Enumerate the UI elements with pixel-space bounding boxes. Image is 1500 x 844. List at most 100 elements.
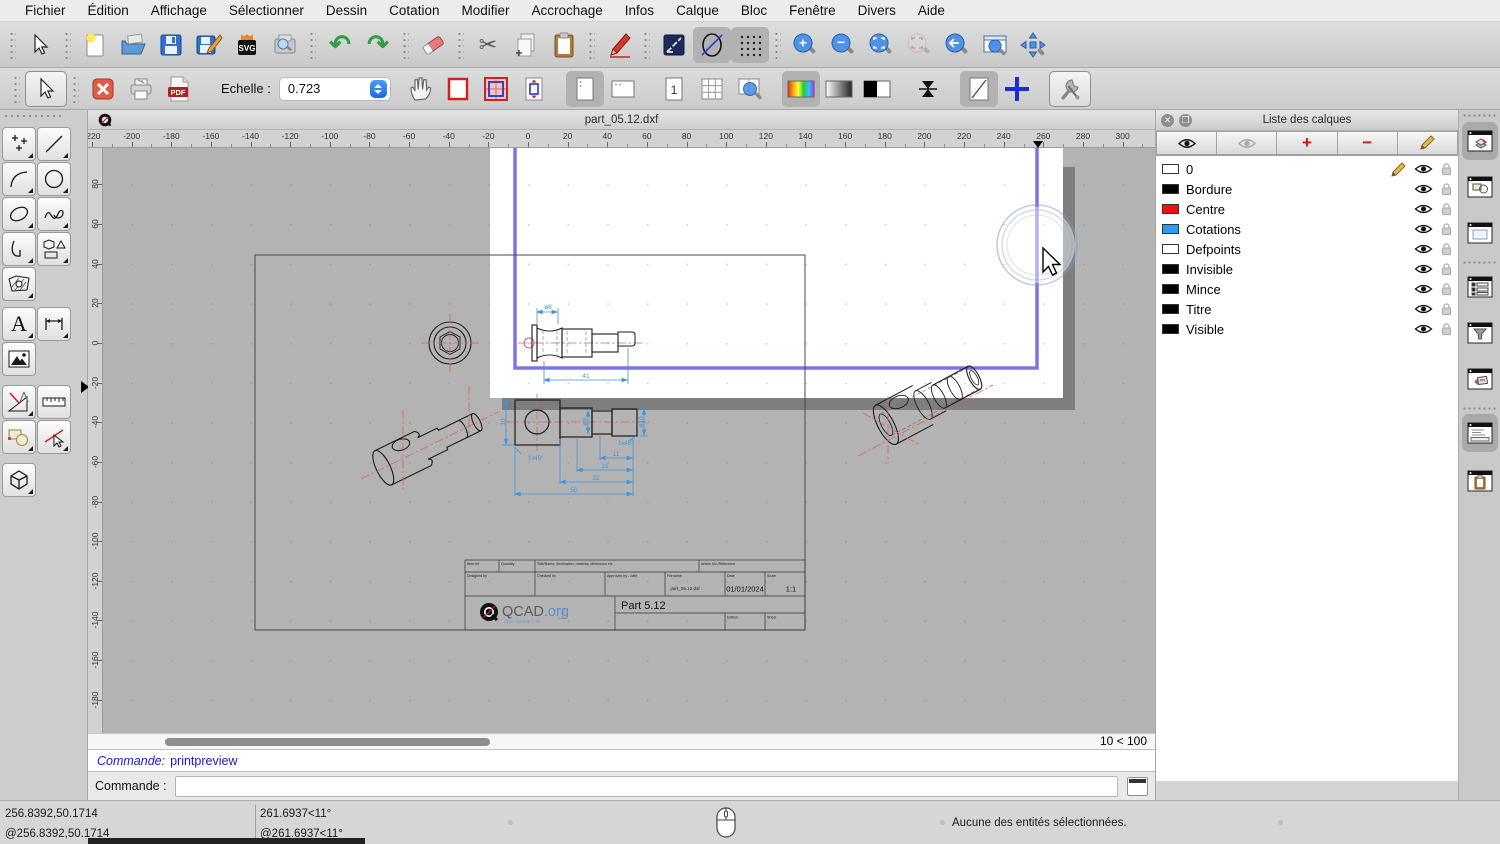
- toolbar-drag-handle[interactable]: [9, 31, 16, 59]
- full-color-button[interactable]: [782, 71, 820, 107]
- text-tool[interactable]: A: [2, 307, 36, 341]
- toolbar-drag-handle[interactable]: [13, 75, 20, 103]
- toolbar-drag-handle[interactable]: [774, 31, 781, 59]
- lineweight-display-button[interactable]: [655, 27, 693, 63]
- dock-clipboard-button[interactable]: [1462, 462, 1498, 500]
- polyline-tool[interactable]: [2, 232, 36, 266]
- cut-button[interactable]: ✂: [469, 27, 507, 63]
- measure-tool[interactable]: [37, 385, 71, 419]
- zoom-out-button[interactable]: −: [824, 27, 862, 63]
- scale-stepper[interactable]: [370, 80, 387, 98]
- layer-visible-icon[interactable]: [1414, 263, 1433, 275]
- layer-visible-icon[interactable]: [1414, 323, 1433, 335]
- point-tool[interactable]: [2, 127, 36, 161]
- selection-pointer-button[interactable]: [21, 27, 59, 63]
- zoom-in-button[interactable]: +: [786, 27, 824, 63]
- zoom-to-page-button[interactable]: [731, 71, 769, 107]
- landscape-orientation-button[interactable]: [604, 71, 642, 107]
- hide-all-layers-button[interactable]: [1217, 131, 1277, 155]
- save-file-button[interactable]: [152, 27, 190, 63]
- spline-tool[interactable]: [37, 197, 71, 231]
- circle-tool[interactable]: [37, 162, 71, 196]
- layer-row-6[interactable]: Mince: [1156, 279, 1458, 299]
- dock-selection-filter-button[interactable]: [1462, 314, 1498, 352]
- layer-lock-icon[interactable]: [1441, 202, 1452, 216]
- layer-lock-icon[interactable]: [1441, 182, 1452, 196]
- remove-layer-button[interactable]: −: [1338, 131, 1398, 155]
- zoom-auto-button[interactable]: [862, 27, 900, 63]
- pan-button[interactable]: [1014, 27, 1052, 63]
- draft-tools[interactable]: [2, 385, 36, 419]
- command-input[interactable]: [175, 776, 1118, 797]
- paste-button[interactable]: [545, 27, 583, 63]
- multiple-pages-button[interactable]: [693, 71, 731, 107]
- solid-tool[interactable]: [2, 463, 36, 497]
- copy-button[interactable]: [507, 27, 545, 63]
- menu-accrochage[interactable]: Accrochage: [520, 3, 613, 18]
- auto-fit-page-button[interactable]: [515, 71, 553, 107]
- layer-lock-icon[interactable]: [1441, 222, 1452, 236]
- dock-drag-handle[interactable]: [3, 113, 65, 120]
- zoom-previous-button[interactable]: [938, 27, 976, 63]
- dock-view-list-button[interactable]: [1462, 214, 1498, 252]
- preview-pointer-button[interactable]: [25, 71, 67, 107]
- dock-block-list-button[interactable]: [1462, 168, 1498, 206]
- delete-button[interactable]: [414, 27, 452, 63]
- layer-visible-icon[interactable]: [1414, 223, 1433, 235]
- pdf-export-button[interactable]: PDF: [160, 71, 198, 107]
- toolbar-drag-handle[interactable]: [643, 31, 650, 59]
- bitmap-export-button[interactable]: [266, 27, 304, 63]
- dimension-tool[interactable]: [37, 307, 71, 341]
- hatch-tool[interactable]: [2, 267, 36, 301]
- show-paper-borders-button[interactable]: [439, 71, 477, 107]
- zoom-window-button[interactable]: [976, 27, 1014, 63]
- draft-mode-button[interactable]: [960, 71, 998, 107]
- layer-visible-icon[interactable]: [1414, 183, 1433, 195]
- menu-selectionner[interactable]: Sélectionner: [218, 3, 315, 18]
- ellipse-tool[interactable]: [2, 197, 36, 231]
- toolbar-drag-handle[interactable]: [588, 31, 595, 59]
- close-print-preview-button[interactable]: [84, 71, 122, 107]
- command-options-button[interactable]: [1127, 777, 1148, 796]
- document-tab[interactable]: part_05.12.dxf: [88, 110, 1155, 130]
- layer-row-7[interactable]: Titre: [1156, 299, 1458, 319]
- menu-calque[interactable]: Calque: [665, 3, 730, 18]
- menu-edition[interactable]: Édition: [77, 3, 140, 18]
- grid-toggle[interactable]: [731, 27, 769, 63]
- print-options-button[interactable]: [1049, 71, 1091, 107]
- dock-command-line-button[interactable]: [1462, 414, 1498, 452]
- layer-lock-icon[interactable]: [1441, 322, 1452, 336]
- dock-drag-handle[interactable]: [1462, 113, 1498, 118]
- save-as-button[interactable]: [190, 27, 228, 63]
- crop-marks-button[interactable]: [998, 71, 1036, 107]
- layer-lock-icon[interactable]: [1441, 242, 1452, 256]
- scrollbar-thumb[interactable]: [165, 738, 490, 746]
- layer-visible-icon[interactable]: [1414, 163, 1433, 175]
- layer-row-4[interactable]: Defpoints: [1156, 239, 1458, 259]
- print-button[interactable]: [122, 71, 160, 107]
- panel-float-button[interactable]: ❐: [1179, 114, 1192, 127]
- layer-row-5[interactable]: Invisible: [1156, 259, 1458, 279]
- horizontal-scrollbar[interactable]: 10 < 100: [88, 733, 1155, 750]
- layer-row-8[interactable]: Visible: [1156, 319, 1458, 339]
- menu-infos[interactable]: Infos: [614, 3, 665, 18]
- add-layer-button[interactable]: +: [1277, 131, 1337, 155]
- menu-divers[interactable]: Divers: [847, 3, 907, 18]
- layer-visible-icon[interactable]: [1414, 243, 1433, 255]
- arc-tool[interactable]: [2, 162, 36, 196]
- layer-lock-icon[interactable]: [1441, 262, 1452, 276]
- dock-layer-list-button[interactable]: [1462, 122, 1498, 160]
- edit-layer-button[interactable]: [1398, 131, 1458, 155]
- layer-row-3[interactable]: Cotations: [1156, 219, 1458, 239]
- drawing-canvas[interactable]: ø8 41: [88, 148, 1155, 733]
- toolbar-drag-handle[interactable]: [64, 31, 71, 59]
- panel-close-button[interactable]: ✕: [1161, 114, 1174, 127]
- auto-center-button[interactable]: [909, 71, 947, 107]
- single-page-button[interactable]: 1: [655, 71, 693, 107]
- scale-input[interactable]: 0.723: [279, 77, 391, 101]
- layer-visible-icon[interactable]: [1414, 303, 1433, 315]
- move-paper-button[interactable]: [401, 71, 439, 107]
- toolbar-drag-handle[interactable]: [72, 75, 79, 103]
- toolbar-drag-handle[interactable]: [457, 31, 464, 59]
- undo-button[interactable]: ↶: [321, 27, 359, 63]
